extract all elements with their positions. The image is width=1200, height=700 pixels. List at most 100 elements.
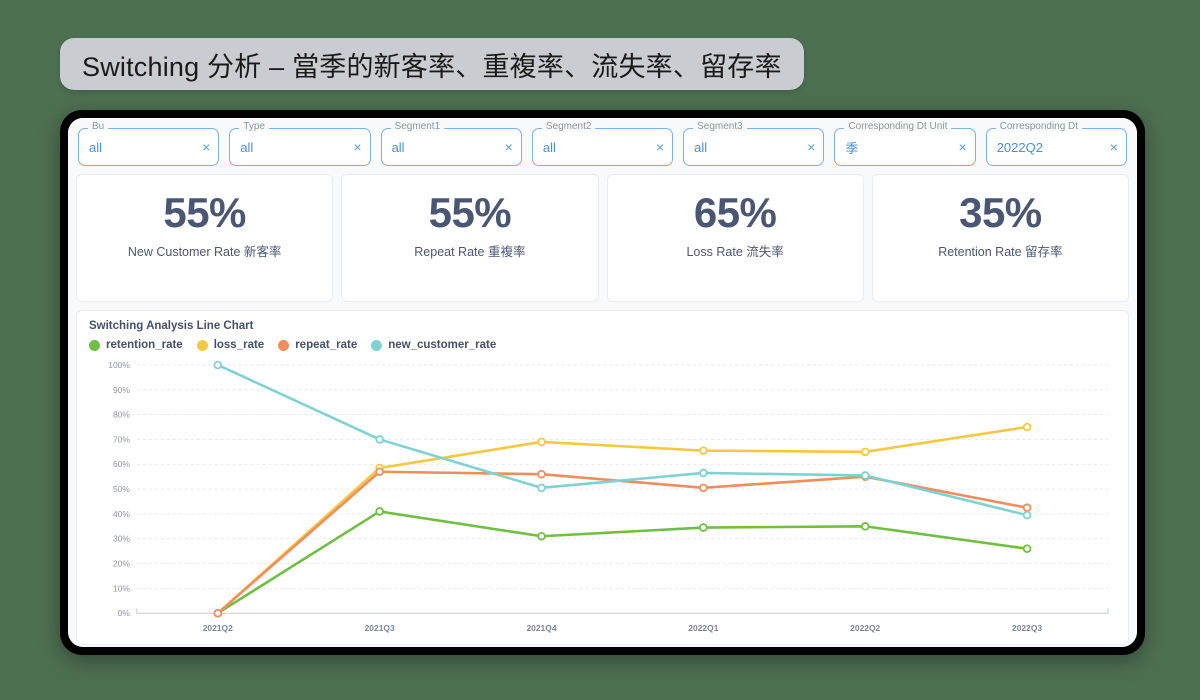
legend-label: retention_rate [106, 339, 183, 351]
filter-corresponding-dt-unit-label: Corresponding Dt Unit [844, 121, 952, 132]
legend-color-dot [371, 339, 383, 351]
data-point-retention-rate[interactable] [699, 523, 708, 532]
clear-icon[interactable]: × [1106, 140, 1118, 154]
data-point-retention-rate[interactable] [860, 522, 870, 531]
filter-corresponding-dt[interactable]: Corresponding Dt 2022Q2 × [985, 121, 1127, 166]
x-axis-tick-label: 2021Q4 [526, 623, 556, 633]
line-chart-svg: 0% 10% 20% 30% 40% 50% 60% 70% 80% 90% 100% 2021Q2 2… [108, 360, 1109, 633]
kpi-caption: Retention Rate 留存率 [938, 245, 1063, 260]
filter-type-value[interactable]: all [240, 140, 349, 155]
y-axis-tick-label: 60% [113, 459, 130, 469]
chart-card: Switching Analysis Line Chart retention_… [76, 310, 1129, 645]
filter-type[interactable]: Type all × [229, 121, 371, 166]
kpi-caption: Repeat Rate 重複率 [414, 245, 526, 260]
x-axis-tick-label: 2022Q3 [1012, 623, 1042, 633]
data-point-new-customer-rate[interactable] [537, 483, 546, 493]
y-axis-tick-label: 30% [113, 534, 130, 544]
data-point-loss-rate[interactable] [699, 446, 708, 455]
x-axis-tick-label: 2022Q2 [850, 623, 880, 633]
filter-segment3[interactable]: Segment3 all × [683, 121, 825, 166]
filter-segment1-value[interactable]: all [392, 140, 501, 155]
series-line-loss-rate [216, 425, 1029, 615]
y-axis-tick-label: 80% [113, 410, 130, 420]
legend-item-retention-rate[interactable]: retention_rate [89, 339, 183, 351]
y-axis-tick-label: 20% [113, 559, 130, 569]
legend-label: repeat_rate [295, 339, 358, 351]
data-point-loss-rate[interactable] [537, 437, 546, 447]
filter-segment1-label: Segment1 [390, 121, 445, 132]
data-point-repeat-rate[interactable] [213, 608, 223, 618]
data-point-repeat-rate[interactable] [537, 469, 546, 479]
data-point-repeat-rate[interactable] [699, 483, 708, 493]
clear-icon[interactable]: × [349, 140, 361, 154]
data-point-loss-rate[interactable] [1022, 422, 1032, 432]
data-point-new-customer-rate[interactable] [375, 435, 384, 444]
x-axis-tick-label: 2021Q3 [365, 623, 395, 633]
kpi-value: 55% [163, 189, 246, 236]
device-bezel: Bu all × Type all × Segment1 all × Segme… [60, 110, 1145, 655]
legend-item-loss-rate[interactable]: loss_rate [196, 339, 265, 351]
data-point-new-customer-rate[interactable] [1022, 510, 1032, 520]
kpi-caption: New Customer Rate 新客率 [127, 245, 282, 260]
clear-icon[interactable]: × [955, 140, 967, 154]
filter-corresponding-dt-value[interactable]: 2022Q2 [997, 140, 1106, 155]
filter-corresponding-dt-unit-value[interactable]: 季 [845, 138, 954, 157]
legend-color-dot [196, 339, 208, 351]
data-point-retention-rate[interactable] [375, 507, 384, 516]
dashboard-screen: Bu all × Type all × Segment1 all × Segme… [68, 118, 1137, 647]
x-axis-line [136, 608, 1109, 614]
legend-item-new-customer-rate[interactable]: new_customer_rate [371, 339, 496, 351]
legend-label: new_customer_rate [388, 339, 497, 351]
data-point-new-customer-rate[interactable] [213, 360, 223, 370]
data-point-retention-rate[interactable] [1022, 544, 1032, 553]
x-axis-tick-label: 2022Q1 [688, 623, 718, 633]
clear-icon[interactable]: × [501, 140, 513, 154]
clear-icon[interactable]: × [198, 140, 210, 154]
y-axis-tick-label: 70% [113, 434, 130, 444]
filter-bar: Bu all × Type all × Segment1 all × Segme… [68, 118, 1137, 174]
chart-plot-area: 0% 10% 20% 30% 40% 50% 60% 70% 80% 90% 100% 2021Q2 2… [89, 359, 1116, 644]
y-axis-tick-label: 0% [118, 608, 131, 618]
filter-corresponding-dt-label: Corresponding Dt [995, 121, 1083, 132]
filter-type-label: Type [239, 121, 269, 132]
kpi-row: 55% New Customer Rate 新客率 55% Repeat Rat… [68, 174, 1137, 302]
kpi-card-new-customer-rate: 55% New Customer Rate 新客率 [76, 174, 334, 302]
x-axis-tick-label: 2021Q2 [203, 623, 233, 633]
filter-corresponding-dt-unit[interactable]: Corresponding Dt Unit 季 × [834, 121, 976, 166]
data-point-new-customer-rate[interactable] [699, 468, 708, 478]
filter-segment2-label: Segment2 [541, 121, 596, 132]
data-point-repeat-rate[interactable] [1022, 503, 1032, 512]
chart-title: Switching Analysis Line Chart [89, 320, 254, 332]
chart-legend: retention_rate loss_rate repeat_rate new… [89, 339, 1116, 351]
y-axis-tick-label: 100% [108, 360, 130, 370]
kpi-card-repeat-rate: 55% Repeat Rate 重複率 [341, 174, 599, 302]
filter-bu[interactable]: Bu all × [78, 121, 220, 166]
y-axis-tick-label: 50% [113, 484, 130, 494]
filter-bu-value[interactable]: all [89, 140, 198, 155]
filter-segment2[interactable]: Segment2 all × [531, 121, 674, 166]
data-point-new-customer-rate[interactable] [860, 471, 870, 480]
kpi-card-loss-rate: 65% Loss Rate 流失率 [606, 174, 864, 302]
filter-segment1[interactable]: Segment1 all × [380, 121, 522, 166]
page-title: Switching 分析 – 當季的新客率、重複率、流失率、留存率 [82, 51, 782, 82]
series-line-new-customer-rate [216, 363, 1029, 517]
clear-icon[interactable]: × [803, 140, 815, 154]
data-point-retention-rate[interactable] [537, 531, 546, 541]
legend-color-dot [278, 339, 290, 351]
data-point-repeat-rate[interactable] [375, 467, 384, 476]
filter-segment3-label: Segment3 [693, 121, 747, 132]
y-axis-tick-label: 40% [113, 509, 130, 519]
kpi-value: 55% [428, 189, 512, 236]
filter-segment3-value[interactable]: all [694, 140, 803, 155]
kpi-caption: Loss Rate 流失率 [686, 245, 784, 260]
filter-segment2-value[interactable]: all [543, 140, 652, 155]
kpi-card-retention-rate: 35% Retention Rate 留存率 [871, 174, 1129, 302]
kpi-value: 65% [693, 189, 777, 236]
clear-icon[interactable]: × [652, 140, 664, 154]
legend-label: loss_rate [213, 339, 265, 351]
filter-bu-label: Bu [88, 121, 109, 132]
legend-item-repeat-rate[interactable]: repeat_rate [278, 339, 357, 351]
data-point-loss-rate[interactable] [860, 447, 870, 457]
kpi-value: 35% [959, 189, 1042, 236]
series-line-repeat-rate [216, 470, 1029, 615]
